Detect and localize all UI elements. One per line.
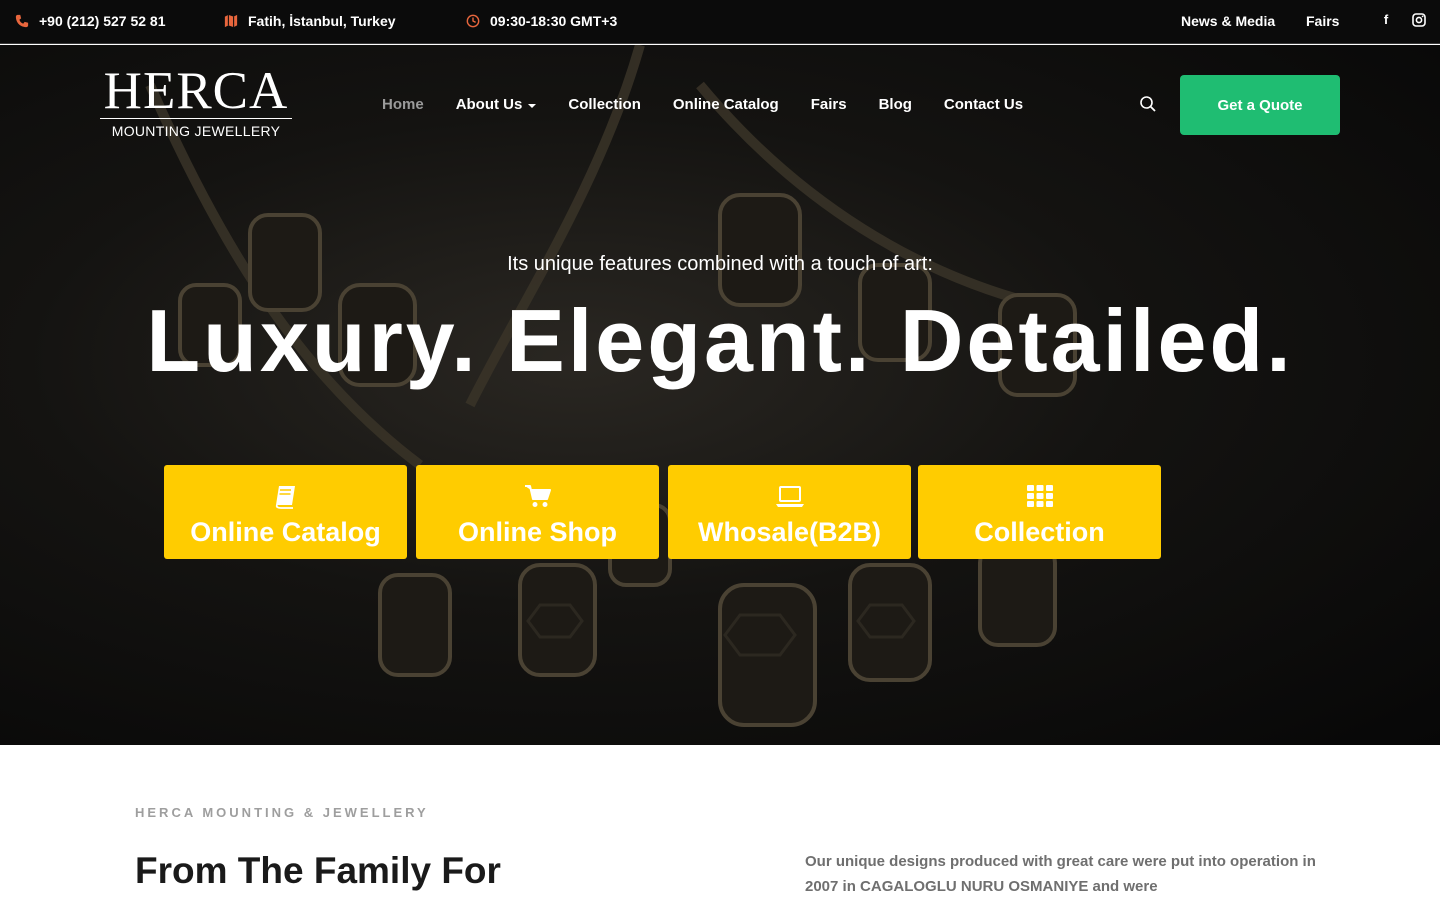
top-bar: +90 (212) 527 52 81 Fatih, İstanbul, Tur… [0, 0, 1440, 44]
nav-fairs-label: Fairs [810, 96, 847, 113]
nav-collection[interactable]: Collection [568, 96, 641, 113]
logo-subtitle: MOUNTING JEWELLERY [111, 123, 281, 139]
phone-contact[interactable]: +90 (212) 527 52 81 [15, 13, 166, 29]
nav-collection-label: Collection [568, 96, 641, 113]
clock-icon [466, 14, 480, 28]
section-body: Our unique designs produced with great c… [805, 853, 1316, 895]
hero-section: HERCA MOUNTING JEWELLERY Home About Us C… [0, 45, 1440, 745]
nav-fairs[interactable]: Fairs [811, 96, 847, 113]
logo-divider [100, 118, 292, 119]
location-text: Fatih, İstanbul, Turkey [248, 13, 396, 29]
nav-about-us-label: About Us [455, 96, 523, 113]
laptop-icon [775, 486, 804, 507]
search-icon[interactable] [1139, 95, 1157, 113]
nav-home[interactable]: Home [382, 96, 424, 113]
nav-home-label: Home [382, 96, 424, 113]
instagram-icon[interactable] [1412, 12, 1426, 28]
section-title: From The Family For [135, 850, 501, 891]
chevron-down-icon [528, 103, 537, 108]
hero-tagline: Its unique features combined with a touc… [507, 253, 933, 275]
necklace-background-image [145, 45, 1077, 727]
nav-blog[interactable]: Blog [879, 96, 912, 113]
facebook-icon[interactable]: f [1379, 12, 1393, 28]
nav-online-catalog-label: Online Catalog [672, 96, 779, 113]
wholesale-b2b-label: Whosale(B2B) [697, 517, 881, 547]
grid-icon [1026, 485, 1053, 507]
hours-text: 09:30-18:30 GMT+3 [490, 13, 618, 29]
site-logo[interactable]: HERCA MOUNTING JEWELLERY [100, 65, 292, 143]
nav-contact-us[interactable]: Contact Us [944, 96, 1023, 113]
fairs-link[interactable]: Fairs [1306, 13, 1339, 29]
hours-info: 09:30-18:30 GMT+3 [466, 13, 617, 29]
nav-blog-label: Blog [878, 96, 912, 113]
collection-label: Collection [974, 517, 1105, 547]
online-shop-label: Online Shop [458, 517, 617, 547]
phone-number: +90 (212) 527 52 81 [39, 13, 166, 29]
cart-icon [524, 485, 551, 507]
book-icon [275, 486, 295, 509]
get-a-quote-button[interactable]: Get a Quote [1180, 75, 1340, 135]
hero-headline: Luxury. Elegant. Detailed. [146, 291, 1294, 390]
main-nav: Home About Us Collection Online Catalog … [382, 96, 1055, 113]
wholesale-b2b-button[interactable]: Whosale(B2B) [668, 465, 911, 559]
news-media-link[interactable]: News & Media [1181, 13, 1275, 29]
collection-button[interactable]: Collection [918, 465, 1161, 559]
online-catalog-button[interactable]: Online Catalog [164, 465, 407, 559]
section-eyebrow: HERCA MOUNTING & JEWELLERY [135, 805, 429, 820]
map-icon [224, 14, 238, 28]
location-info: Fatih, İstanbul, Turkey [224, 13, 396, 29]
nav-contact-us-label: Contact Us [943, 96, 1024, 113]
nav-about-us[interactable]: About Us [456, 96, 537, 113]
online-catalog-label: Online Catalog [190, 517, 381, 547]
online-shop-button[interactable]: Online Shop [416, 465, 659, 559]
logo-wordmark: HERCA [103, 62, 289, 120]
nav-online-catalog[interactable]: Online Catalog [673, 96, 779, 113]
phone-icon [15, 14, 29, 28]
